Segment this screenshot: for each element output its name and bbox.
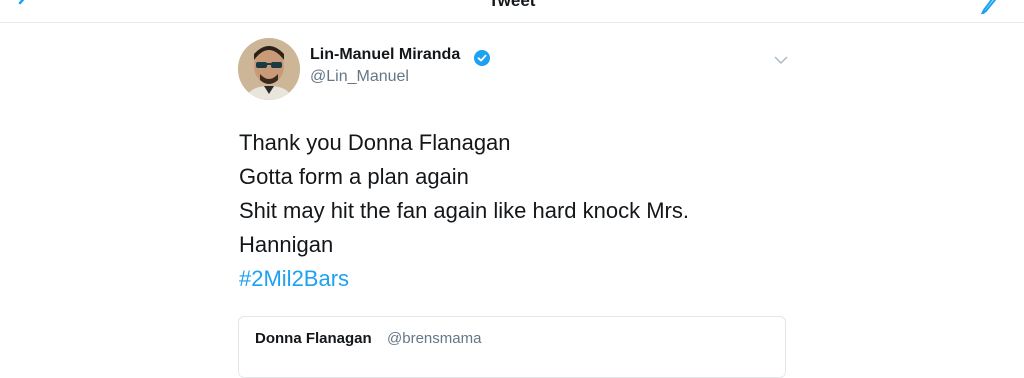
profile-photo: [238, 38, 300, 100]
hashtag-link[interactable]: #2Mil2Bars: [239, 262, 689, 296]
verified-badge-icon: [474, 50, 490, 66]
quoted-tweet-card[interactable]: Donna Flanagan @brensmama: [238, 316, 786, 378]
tweet-line: Thank you Donna Flanagan: [239, 130, 511, 155]
chevron-down-icon: [774, 56, 788, 64]
compose-icon: [981, 0, 997, 15]
tweet-menu-button[interactable]: [774, 52, 788, 64]
tweet-line: Hannigan: [239, 232, 334, 257]
author-name[interactable]: Lin-Manuel Miranda: [310, 46, 460, 64]
compose-button[interactable]: [978, 0, 1002, 15]
tweet-text: Thank you Donna Flanagan Gotta form a pl…: [239, 126, 689, 296]
tweet-line: Shit may hit the fan again like hard kno…: [239, 198, 689, 223]
page-title: Tweet: [488, 0, 536, 10]
tweet-line: Gotta form a plan again: [239, 164, 469, 189]
quoted-author-handle: @brensmama: [387, 330, 482, 347]
author-handle[interactable]: @Lin_Manuel: [310, 68, 409, 86]
quoted-author-name: Donna Flanagan: [255, 330, 372, 347]
navigation-bar: Tweet: [0, 0, 1024, 23]
avatar[interactable]: [238, 38, 300, 100]
